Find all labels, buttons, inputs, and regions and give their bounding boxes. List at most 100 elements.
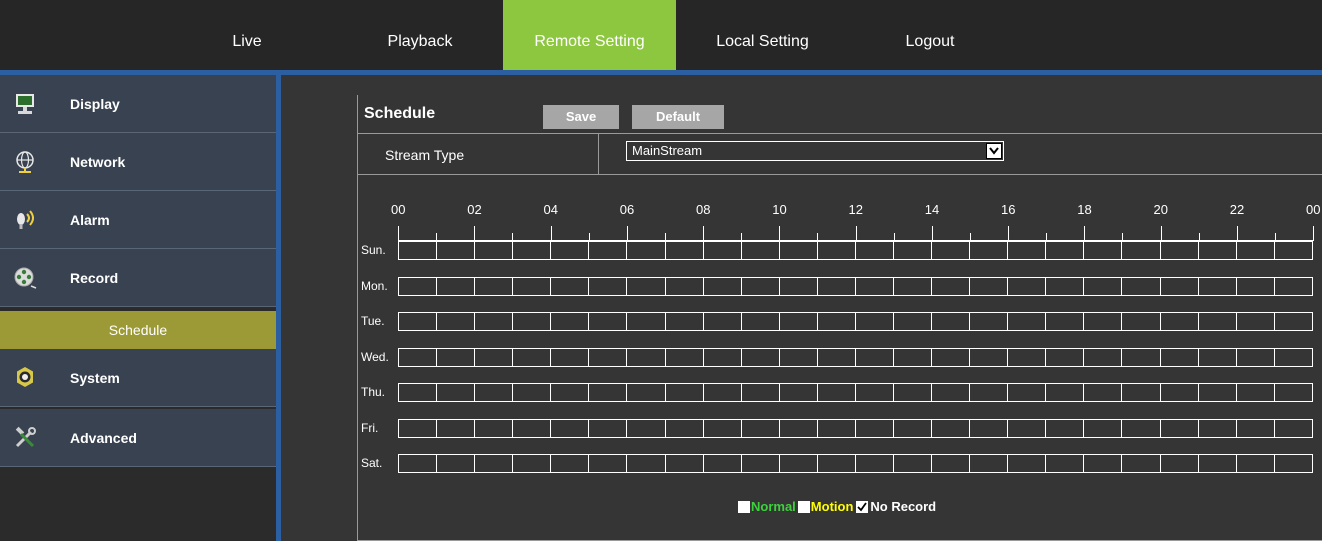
schedule-cell[interactable] xyxy=(854,347,895,367)
sidebar-subitem-schedule[interactable]: Schedule xyxy=(0,311,276,349)
save-button[interactable]: Save xyxy=(543,105,619,129)
schedule-cell[interactable] xyxy=(1121,454,1161,473)
schedule-cell[interactable] xyxy=(550,454,590,473)
schedule-cell[interactable] xyxy=(816,276,856,296)
schedule-cell[interactable] xyxy=(816,347,856,367)
schedule-cell[interactable] xyxy=(969,241,1009,260)
schedule-cell[interactable] xyxy=(664,312,704,331)
schedule-cell[interactable] xyxy=(436,418,476,438)
schedule-cell[interactable] xyxy=(626,276,666,296)
schedule-cell[interactable] xyxy=(1273,241,1313,260)
schedule-row[interactable] xyxy=(398,312,1313,331)
schedule-cell[interactable] xyxy=(854,312,895,331)
schedule-cell[interactable] xyxy=(398,312,438,331)
schedule-cell[interactable] xyxy=(816,383,856,402)
schedule-cell[interactable] xyxy=(1159,418,1199,438)
schedule-cell[interactable] xyxy=(854,241,895,260)
sidebar-item-advanced[interactable]: Advanced xyxy=(0,409,276,467)
schedule-cell[interactable] xyxy=(1083,276,1123,296)
schedule-cell[interactable] xyxy=(474,241,514,260)
schedule-cell[interactable] xyxy=(969,312,1009,331)
schedule-cell[interactable] xyxy=(1045,454,1085,473)
schedule-cell[interactable] xyxy=(778,276,818,296)
schedule-cell[interactable] xyxy=(1083,383,1123,402)
schedule-cell[interactable] xyxy=(969,454,1009,473)
schedule-cell[interactable] xyxy=(1121,418,1161,438)
schedule-row[interactable] xyxy=(398,454,1313,473)
schedule-cell[interactable] xyxy=(626,347,666,367)
schedule-cell[interactable] xyxy=(893,276,933,296)
schedule-cell[interactable] xyxy=(626,454,666,473)
schedule-cell[interactable] xyxy=(1121,383,1161,402)
schedule-row[interactable] xyxy=(398,418,1313,438)
schedule-cell[interactable] xyxy=(816,312,856,331)
schedule-cell[interactable] xyxy=(1197,347,1237,367)
schedule-cell[interactable] xyxy=(740,276,780,296)
schedule-cell[interactable] xyxy=(1007,276,1047,296)
schedule-cell[interactable] xyxy=(436,276,476,296)
sidebar-item-display[interactable]: Display xyxy=(0,75,276,133)
schedule-cell[interactable] xyxy=(1197,276,1237,296)
sidebar-item-system[interactable]: System xyxy=(0,349,276,407)
schedule-cell[interactable] xyxy=(1197,241,1237,260)
schedule-cell[interactable] xyxy=(969,418,1009,438)
schedule-cell[interactable] xyxy=(1159,454,1199,473)
schedule-cell[interactable] xyxy=(1197,418,1237,438)
schedule-cell[interactable] xyxy=(1273,454,1313,473)
schedule-cell[interactable] xyxy=(854,418,895,438)
schedule-cell[interactable] xyxy=(1235,312,1275,331)
schedule-cell[interactable] xyxy=(626,241,666,260)
schedule-cell[interactable] xyxy=(969,276,1009,296)
schedule-cell[interactable] xyxy=(398,241,438,260)
schedule-cell[interactable] xyxy=(893,347,933,367)
schedule-cell[interactable] xyxy=(740,383,780,402)
schedule-cell[interactable] xyxy=(931,454,971,473)
schedule-cell[interactable] xyxy=(854,454,895,473)
schedule-cell[interactable] xyxy=(931,383,971,402)
schedule-cell[interactable] xyxy=(436,241,476,260)
schedule-cell[interactable] xyxy=(1197,454,1237,473)
schedule-cell[interactable] xyxy=(664,418,704,438)
schedule-cell[interactable] xyxy=(1235,347,1275,367)
schedule-cell[interactable] xyxy=(816,454,856,473)
schedule-cell[interactable] xyxy=(1083,312,1123,331)
nav-remote-setting[interactable]: Remote Setting xyxy=(503,0,676,70)
schedule-cell[interactable] xyxy=(474,454,514,473)
schedule-cell[interactable] xyxy=(778,312,818,331)
schedule-cell[interactable] xyxy=(969,383,1009,402)
nav-live[interactable]: Live xyxy=(212,0,282,70)
sidebar-item-alarm[interactable]: Alarm xyxy=(0,191,276,249)
schedule-row[interactable] xyxy=(398,276,1313,296)
schedule-row[interactable] xyxy=(398,383,1313,402)
schedule-cell[interactable] xyxy=(398,383,438,402)
schedule-cell[interactable] xyxy=(512,454,552,473)
schedule-cell[interactable] xyxy=(474,276,514,296)
schedule-row[interactable] xyxy=(398,347,1313,367)
schedule-cell[interactable] xyxy=(1159,383,1199,402)
nav-logout[interactable]: Logout xyxy=(890,0,970,70)
schedule-cell[interactable] xyxy=(512,418,552,438)
schedule-cell[interactable] xyxy=(816,418,856,438)
schedule-cell[interactable] xyxy=(702,454,742,473)
schedule-cell[interactable] xyxy=(931,347,971,367)
schedule-cell[interactable] xyxy=(550,347,590,367)
stream-type-select[interactable]: MainStream xyxy=(626,141,1004,161)
schedule-cell[interactable] xyxy=(398,347,438,367)
legend-normal-checkbox[interactable] xyxy=(738,500,750,513)
schedule-cell[interactable] xyxy=(436,312,476,331)
schedule-cell[interactable] xyxy=(1121,347,1161,367)
sidebar-item-record[interactable]: Record xyxy=(0,249,276,307)
schedule-cell[interactable] xyxy=(588,418,628,438)
schedule-cell[interactable] xyxy=(588,241,628,260)
schedule-cell[interactable] xyxy=(969,347,1009,367)
schedule-cell[interactable] xyxy=(550,276,590,296)
schedule-cell[interactable] xyxy=(436,347,476,367)
schedule-cell[interactable] xyxy=(1007,347,1047,367)
schedule-cell[interactable] xyxy=(1273,383,1313,402)
schedule-cell[interactable] xyxy=(550,241,590,260)
schedule-cell[interactable] xyxy=(512,312,552,331)
schedule-cell[interactable] xyxy=(1235,383,1275,402)
schedule-cell[interactable] xyxy=(1045,383,1085,402)
schedule-cell[interactable] xyxy=(893,241,933,260)
schedule-cell[interactable] xyxy=(626,418,666,438)
